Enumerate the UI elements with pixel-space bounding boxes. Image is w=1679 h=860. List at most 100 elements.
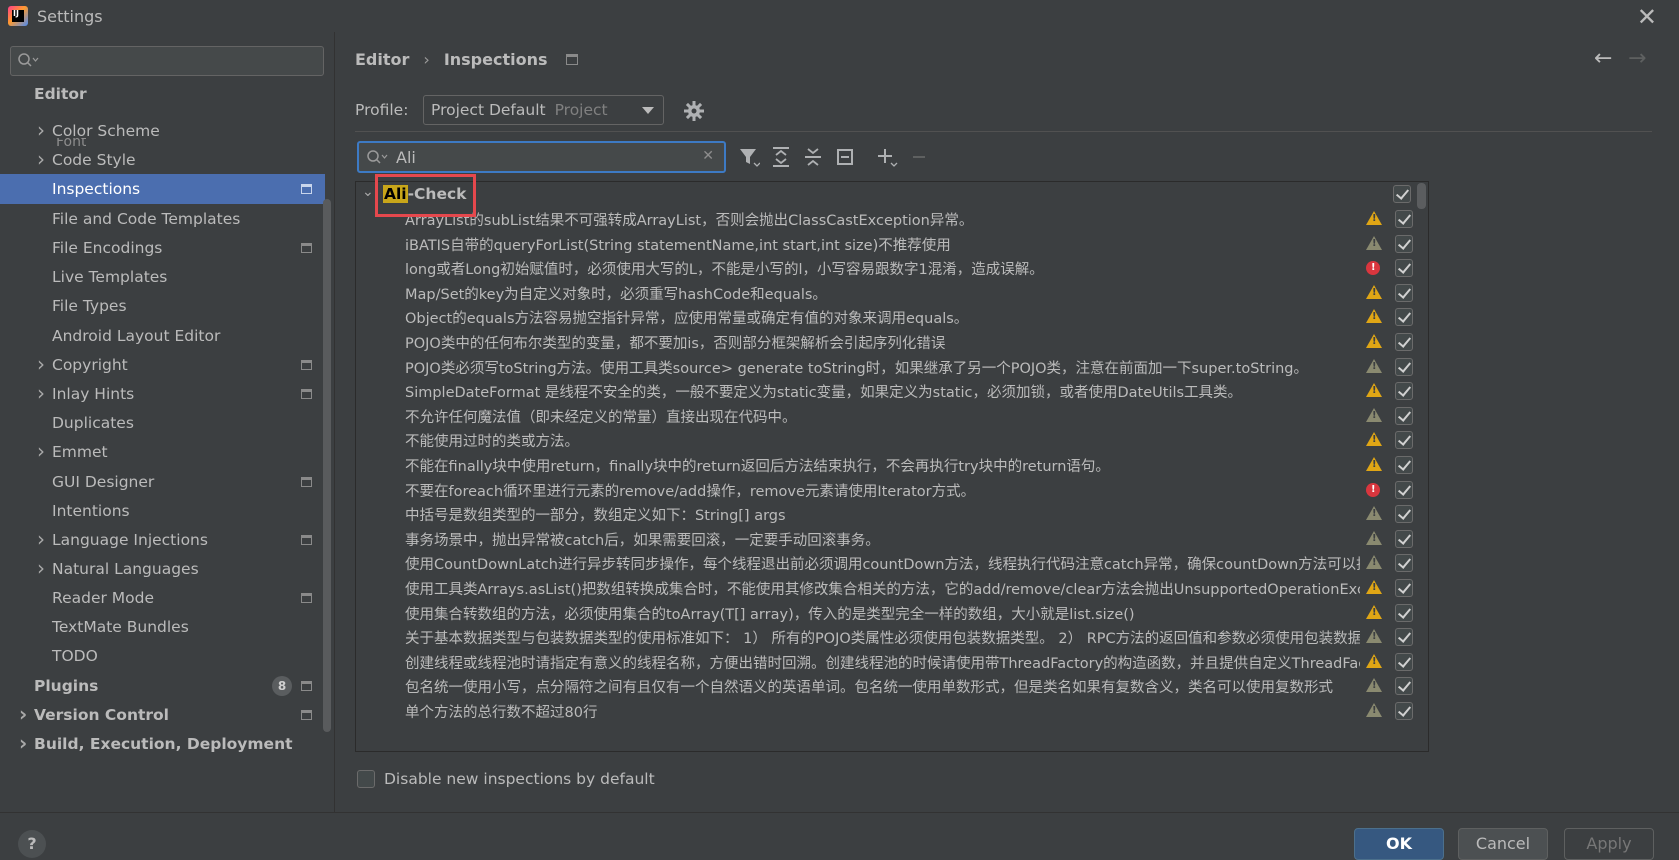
list-scrollbar[interactable]	[1417, 183, 1426, 209]
sidebar-item-color-scheme[interactable]: › Color Scheme	[0, 116, 325, 146]
inspection-row[interactable]: 使用工具类Arrays.asList()把数组转换成集合时，不能使用其修改集合相…	[356, 575, 1428, 601]
inspection-filter-input[interactable]: Ali ✕	[357, 141, 726, 173]
inspection-row[interactable]: Map/Set的key为自定义对象时，必须重写hashCode和equals。	[356, 280, 1428, 306]
inspection-row[interactable]: POJO类中的任何布尔类型的变量，都不要加is，否则部分框架解析会引起序列化错误	[356, 329, 1428, 355]
sidebar-item-todo[interactable]: TODO	[0, 641, 325, 671]
breadcrumb-parent[interactable]: Editor	[355, 50, 409, 69]
sidebar-item-duplicates[interactable]: Duplicates	[0, 408, 325, 438]
inspection-enabled-checkbox[interactable]	[1395, 579, 1413, 597]
chevron-right-icon[interactable]: ›	[37, 556, 45, 580]
sidebar-item-reader-mode[interactable]: Reader Mode	[0, 583, 325, 613]
inspection-enabled-checkbox[interactable]	[1395, 333, 1413, 351]
expand-all-icon[interactable]	[768, 144, 794, 170]
clear-icon[interactable]: ✕	[702, 148, 714, 164]
inspection-enabled-checkbox[interactable]	[1395, 603, 1413, 622]
inspection-row[interactable]: iBATIS自带的queryForList(String statementNa…	[356, 231, 1428, 257]
chevron-down-icon[interactable]: ⌄	[362, 184, 374, 200]
inspection-row[interactable]: ArrayList的subList结果不可强转成ArrayList，否则会抛出C…	[356, 206, 1428, 232]
inspection-enabled-checkbox[interactable]	[1395, 259, 1413, 278]
sidebar-item-version-control[interactable]: › Version Control	[0, 700, 325, 730]
inspection-row[interactable]: POJO类必须写toString方法。使用工具类source> generate…	[356, 354, 1428, 380]
sidebar-item-textmate-bundles[interactable]: TextMate Bundles	[0, 612, 325, 642]
inspection-row[interactable]: 单个方法的总行数不超过80行	[356, 698, 1428, 724]
chevron-right-icon[interactable]: ›	[37, 118, 45, 142]
sidebar-item-language-injections[interactable]: › Language Injections	[0, 525, 325, 555]
inspection-enabled-checkbox[interactable]	[1395, 702, 1413, 720]
sidebar-item-gui-designer[interactable]: GUI Designer	[0, 467, 325, 497]
cancel-button[interactable]: Cancel	[1458, 828, 1548, 860]
inspection-enabled-checkbox[interactable]	[1395, 529, 1413, 548]
gear-icon[interactable]	[683, 100, 705, 122]
sidebar-scrollbar[interactable]	[323, 199, 331, 732]
inspection-row[interactable]: 使用集合转数组的方法，必须使用集合的toArray(T[] array)，传入的…	[356, 600, 1428, 626]
splitter[interactable]	[334, 32, 335, 812]
inspection-enabled-checkbox[interactable]	[1395, 234, 1413, 253]
sidebar-item-copyright[interactable]: › Copyright	[0, 350, 325, 380]
inspection-row[interactable]: 不能在finally块中使用return，finally块中的return返回后…	[356, 452, 1428, 478]
inspection-enabled-checkbox[interactable]	[1395, 677, 1413, 696]
help-button[interactable]: ?	[18, 830, 46, 858]
sidebar-item-live-templates[interactable]: Live Templates	[0, 262, 325, 292]
inspection-row[interactable]: 不能使用过时的类或方法。	[356, 427, 1428, 453]
apply-button[interactable]: Apply	[1564, 828, 1654, 860]
chevron-right-icon[interactable]: ›	[37, 147, 45, 171]
sidebar-item-file-types[interactable]: File Types	[0, 291, 325, 321]
inspection-enabled-checkbox[interactable]	[1395, 628, 1413, 647]
inspection-enabled-checkbox[interactable]	[1395, 480, 1413, 499]
inspection-row[interactable]: 使用CountDownLatch进行异步转同步操作，每个线程退出前必须调用cou…	[356, 550, 1428, 576]
remove-icon[interactable]	[906, 144, 932, 170]
sidebar-item-intentions[interactable]: Intentions	[0, 496, 325, 526]
sidebar-item-editor[interactable]: Editor	[0, 84, 325, 109]
sidebar-item-build-execution-deployment[interactable]: › Build, Execution, Deployment	[0, 729, 325, 759]
sidebar-item-file-encodings[interactable]: File Encodings	[0, 233, 325, 263]
close-icon[interactable]: ✕	[1637, 3, 1657, 31]
inspection-enabled-checkbox[interactable]	[1395, 283, 1413, 302]
sidebar-item-plugins[interactable]: Plugins 8	[0, 671, 325, 701]
inspection-enabled-checkbox[interactable]	[1395, 406, 1413, 425]
inspection-enabled-checkbox[interactable]	[1395, 431, 1413, 450]
inspection-enabled-checkbox[interactable]	[1395, 357, 1413, 376]
inspection-row[interactable]: 创建线程或线程池时请指定有意义的线程名称，方便出错时回溯。创建线程池的时候请使用…	[356, 649, 1428, 675]
sidebar-item-emmet[interactable]: › Emmet	[0, 437, 325, 467]
chevron-right-icon[interactable]: ›	[19, 702, 27, 726]
settings-search-input[interactable]	[10, 46, 324, 76]
filter-icon[interactable]	[736, 144, 762, 170]
group-checkbox[interactable]	[1393, 185, 1411, 203]
inspection-row[interactable]: SimpleDateFormat 是线程不安全的类，一般不要定义为static变…	[356, 378, 1428, 404]
inspection-enabled-checkbox[interactable]	[1395, 456, 1413, 474]
disable-new-option[interactable]: Disable new inspections by default	[357, 770, 655, 788]
back-arrow-icon[interactable]: ←	[1594, 46, 1612, 71]
disable-new-checkbox[interactable]	[357, 770, 375, 788]
inspection-enabled-checkbox[interactable]	[1395, 652, 1413, 671]
chevron-right-icon[interactable]: ›	[37, 527, 45, 551]
group-row[interactable]: ⌄ Ali-Check	[356, 183, 1428, 207]
add-icon[interactable]	[874, 144, 900, 170]
inspection-enabled-checkbox[interactable]	[1395, 505, 1413, 524]
profile-dropdown[interactable]: Project Default Project	[423, 95, 664, 125]
chevron-right-icon[interactable]: ›	[37, 381, 45, 405]
inspection-enabled-checkbox[interactable]	[1395, 382, 1413, 401]
inspection-enabled-checkbox[interactable]	[1395, 210, 1413, 228]
inspection-row[interactable]: 不允许任何魔法值（即未经定义的常量）直接出现在代码中。	[356, 403, 1428, 429]
chevron-right-icon[interactable]: ›	[19, 731, 27, 755]
sidebar-item-inlay-hints[interactable]: › Inlay Hints	[0, 379, 325, 409]
inspection-row[interactable]: long或者Long初始赋值时，必须使用大写的L，不能是小写的l，小写容易跟数字…	[356, 255, 1428, 281]
inspection-row[interactable]: 中括号是数组类型的一部分，数组定义如下：String[] args	[356, 501, 1428, 527]
inspection-row[interactable]: 事务场景中，抛出异常被catch后，如果需要回滚，一定要手动回滚事务。	[356, 526, 1428, 552]
inspection-row[interactable]: 关于基本数据类型与包装数据类型的使用标准如下： 1） 所有的POJO类属性必须使…	[356, 624, 1428, 650]
sidebar-item-inspections[interactable]: Inspections	[0, 174, 325, 204]
forward-arrow-icon[interactable]: →	[1628, 46, 1646, 71]
sidebar-item-android-layout-editor[interactable]: Android Layout Editor	[0, 321, 325, 351]
reset-icon[interactable]	[832, 144, 858, 170]
chevron-right-icon[interactable]: ›	[37, 352, 45, 376]
sidebar-item-code-style[interactable]: › Code Style	[0, 145, 325, 175]
collapse-all-icon[interactable]	[800, 144, 826, 170]
inspection-row[interactable]: 不要在foreach循环里进行元素的remove/add操作，remove元素请…	[356, 477, 1428, 503]
chevron-right-icon[interactable]: ›	[37, 439, 45, 463]
ok-button[interactable]: OK	[1354, 828, 1444, 860]
inspection-row[interactable]: 包名统一使用小写，点分隔符之间有且仅有一个自然语义的英语单词。包名统一使用单数形…	[356, 673, 1428, 699]
sidebar-item-natural-languages[interactable]: › Natural Languages	[0, 554, 325, 584]
inspection-row[interactable]: Object的equals方法容易抛空指针异常，应使用常量或确定有值的对象来调用…	[356, 304, 1428, 330]
inspection-enabled-checkbox[interactable]	[1395, 308, 1413, 327]
sidebar-item-file-and-code-templates[interactable]: File and Code Templates	[0, 204, 325, 234]
